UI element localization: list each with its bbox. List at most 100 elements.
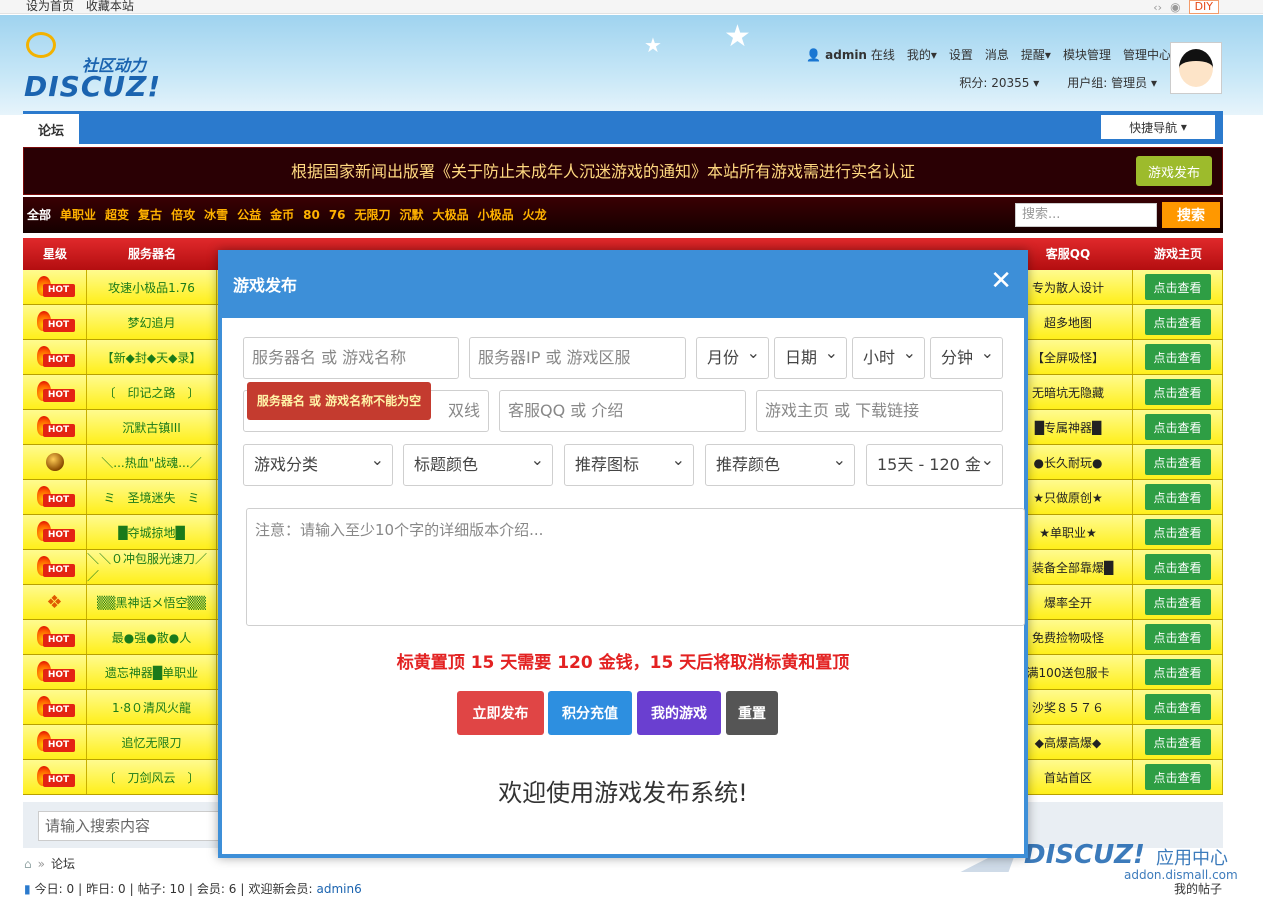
filter-search-button[interactable]: 搜索 bbox=[1162, 202, 1220, 228]
diy-button[interactable]: DIY bbox=[1188, 0, 1219, 14]
reminders-menu[interactable]: 提醒▾ bbox=[1021, 46, 1051, 63]
palette-icon[interactable]: ◉ bbox=[1170, 0, 1180, 14]
view-button[interactable]: 点击查看 bbox=[1144, 764, 1211, 790]
level-cell: HOT bbox=[23, 340, 87, 374]
server-name-cell[interactable]: 【新◆封◆天◆录】 bbox=[87, 340, 217, 374]
breadcrumb-forum[interactable]: 论坛 bbox=[51, 855, 75, 872]
filter-search-input[interactable]: 搜索... bbox=[1015, 203, 1157, 227]
quick-nav-button[interactable]: 快捷导航 ▾ bbox=[1101, 115, 1215, 139]
minute-select[interactable]: 分钟 bbox=[930, 333, 1003, 379]
close-icon[interactable]: ✕ bbox=[990, 268, 1012, 294]
server-name-cell[interactable]: █夺城掠地█ bbox=[87, 515, 217, 549]
category-item[interactable]: 超变 bbox=[105, 197, 129, 233]
category-item[interactable]: 无限刀 bbox=[355, 197, 391, 233]
view-button[interactable]: 点击查看 bbox=[1144, 694, 1211, 720]
category-item[interactable]: 单职业 bbox=[60, 197, 96, 233]
server-ip-input[interactable]: 服务器IP 或 游戏区服 bbox=[469, 337, 686, 379]
category-item[interactable]: 沉默 bbox=[400, 197, 424, 233]
username-link[interactable]: admin bbox=[825, 48, 867, 62]
tab-forum[interactable]: 论坛 bbox=[23, 114, 79, 144]
category-item[interactable]: 金币 bbox=[270, 197, 294, 233]
server-name-cell[interactable]: ミ 圣境迷失 ミ bbox=[87, 480, 217, 514]
server-name-cell[interactable]: 1·8０清风火龍 bbox=[87, 690, 217, 724]
category-item[interactable]: 80 bbox=[303, 197, 320, 233]
home-cell: 点击查看 bbox=[1133, 725, 1223, 759]
recommend-icon-select[interactable]: 推荐图标 bbox=[564, 440, 694, 486]
my-games-button[interactable]: 我的游戏 bbox=[637, 691, 721, 735]
publish-now-button[interactable]: 立即发布 bbox=[457, 691, 544, 735]
star-icon: ★ bbox=[724, 19, 751, 54]
bookmark-link[interactable]: 收藏本站 bbox=[86, 0, 134, 13]
game-publish-button[interactable]: 游戏发布 bbox=[1136, 156, 1212, 186]
server-name-cell[interactable]: 〔 印记之路 〕 bbox=[87, 375, 217, 409]
server-name-cell[interactable]: 〔 刀剑风云 〕 bbox=[87, 760, 217, 794]
admin-center-link[interactable]: 管理中心 bbox=[1123, 46, 1171, 63]
server-name-cell[interactable]: 攻速小极品1.76 bbox=[87, 270, 217, 304]
view-button[interactable]: 点击查看 bbox=[1144, 554, 1211, 580]
view-button[interactable]: 点击查看 bbox=[1144, 449, 1211, 475]
breadcrumb: ⌂ » 论坛 bbox=[24, 855, 75, 872]
new-member-link[interactable]: admin6 bbox=[316, 882, 361, 896]
view-button[interactable]: 点击查看 bbox=[1144, 589, 1211, 615]
hot-badge-icon: HOT bbox=[35, 521, 75, 543]
home-cell: 点击查看 bbox=[1133, 620, 1223, 654]
category-item[interactable]: 全部 bbox=[27, 197, 51, 233]
category-item[interactable]: 公益 bbox=[237, 197, 261, 233]
mine-menu[interactable]: 我的▾ bbox=[907, 46, 937, 63]
server-name-cell[interactable]: ＼...热血"战魂...／ bbox=[87, 445, 217, 479]
view-button[interactable]: 点击查看 bbox=[1144, 274, 1211, 300]
server-name-cell[interactable]: ＼＼０冲包服光速刀／／ bbox=[87, 550, 217, 584]
category-item[interactable]: 火龙 bbox=[523, 197, 547, 233]
server-name-cell[interactable]: 梦幻追月 bbox=[87, 305, 217, 339]
avatar[interactable] bbox=[1170, 42, 1222, 94]
recharge-button[interactable]: 积分充值 bbox=[548, 691, 632, 735]
month-select[interactable]: 月份 bbox=[696, 333, 769, 379]
server-name-cell[interactable]: 最●强●散●人 bbox=[87, 620, 217, 654]
category-item[interactable]: 小极品 bbox=[478, 197, 514, 233]
settings-link[interactable]: 设置 bbox=[949, 46, 973, 63]
category-select[interactable]: 游戏分类 bbox=[243, 440, 393, 486]
level-cell: HOT bbox=[23, 480, 87, 514]
view-button[interactable]: 点击查看 bbox=[1144, 344, 1211, 370]
category-item[interactable]: 76 bbox=[329, 197, 346, 233]
category-item[interactable]: 冰雪 bbox=[204, 197, 228, 233]
server-name-cell[interactable]: 追忆无限刀 bbox=[87, 725, 217, 759]
server-name-cell[interactable]: 沉默古镇III bbox=[87, 410, 217, 444]
server-name-cell[interactable]: 遗忘神器█单职业 bbox=[87, 655, 217, 689]
duration-select[interactable]: 15天 - 120 金 bbox=[866, 440, 1003, 486]
view-button[interactable]: 点击查看 bbox=[1144, 309, 1211, 335]
description-textarea[interactable]: 注意：请输入至少10个字的详细版本介绍... bbox=[246, 508, 1025, 626]
view-button[interactable]: 点击查看 bbox=[1144, 379, 1211, 405]
level-cell: HOT bbox=[23, 725, 87, 759]
code-icon[interactable]: ‹› bbox=[1153, 1, 1162, 14]
home-cell: 点击查看 bbox=[1133, 340, 1223, 374]
view-button[interactable]: 点击查看 bbox=[1144, 624, 1211, 650]
server-name-input[interactable]: 服务器名 或 游戏名称 bbox=[243, 337, 459, 379]
reset-button[interactable]: 重置 bbox=[726, 691, 778, 735]
recommend-color-select[interactable]: 推荐颜色 bbox=[705, 440, 855, 486]
messages-link[interactable]: 消息 bbox=[985, 46, 1009, 63]
hot-badge-icon: HOT bbox=[35, 696, 75, 718]
view-button[interactable]: 点击查看 bbox=[1144, 484, 1211, 510]
category-item[interactable]: 大极品 bbox=[433, 197, 469, 233]
server-name-cell[interactable]: ▒▒黑神话メ悟空▒▒ bbox=[87, 585, 217, 619]
hot-label: HOT bbox=[42, 494, 75, 507]
home-icon[interactable]: ⌂ bbox=[24, 857, 32, 871]
title-color-select[interactable]: 标题颜色 bbox=[403, 440, 553, 486]
view-button[interactable]: 点击查看 bbox=[1144, 414, 1211, 440]
view-button[interactable]: 点击查看 bbox=[1144, 519, 1211, 545]
view-button[interactable]: 点击查看 bbox=[1144, 659, 1211, 685]
homepage-input[interactable]: 游戏主页 或 下载链接 bbox=[756, 390, 1003, 432]
hot-badge-icon: HOT bbox=[35, 381, 75, 403]
modules-link[interactable]: 模块管理 bbox=[1063, 46, 1111, 63]
view-button[interactable]: 点击查看 bbox=[1144, 729, 1211, 755]
credits-menu[interactable]: 积分: 20355 ▾ bbox=[959, 74, 1039, 91]
category-item[interactable]: 倍攻 bbox=[171, 197, 195, 233]
site-logo[interactable]: 社区动力 DISCUZ! bbox=[24, 30, 164, 103]
category-item[interactable]: 复古 bbox=[138, 197, 162, 233]
set-home-link[interactable]: 设为首页 bbox=[26, 0, 74, 13]
usergroup-menu[interactable]: 用户组: 管理员 ▾ bbox=[1067, 74, 1157, 91]
day-select[interactable]: 日期 bbox=[774, 333, 847, 379]
hour-select[interactable]: 小时 bbox=[852, 333, 925, 379]
qq-input[interactable]: 客服QQ 或 介绍 bbox=[499, 390, 746, 432]
